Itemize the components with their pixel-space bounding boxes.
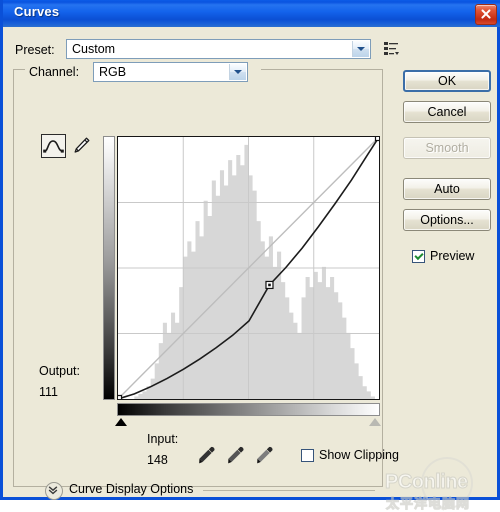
preset-selected-value: Custom (72, 42, 116, 56)
auto-button[interactable]: Auto (403, 178, 491, 200)
preset-dropdown[interactable]: Custom (66, 39, 371, 59)
curve-display-options-label: Curve Display Options (69, 482, 194, 496)
curve-graph[interactable] (117, 136, 380, 400)
show-clipping-checkbox-box[interactable] (301, 449, 314, 462)
pencil-icon[interactable] (70, 135, 92, 157)
chevron-down-icon[interactable] (352, 41, 369, 57)
watermark: PConline 太平洋电脑网 (383, 457, 498, 512)
curve-graph-svg (118, 137, 379, 399)
ok-button[interactable]: OK (403, 70, 491, 92)
curves-dialog-window: Curves Preset: Custom Channel: RGB Outpu… (0, 0, 500, 512)
window-title: Curves (14, 4, 60, 19)
eyedropper-black-icon[interactable] (195, 444, 217, 466)
chevron-down-icon[interactable] (45, 482, 63, 500)
preset-label: Preset: (15, 43, 55, 57)
channel-selected-value: RGB (99, 65, 127, 79)
watermark-main-text: PConline (385, 471, 469, 494)
preset-menu-icon[interactable] (384, 41, 399, 56)
preview-label: Preview (430, 249, 475, 263)
eyedropper-white-icon[interactable] (253, 444, 275, 466)
curve-pen-icon[interactable] (41, 134, 66, 158)
output-gradient-strip (103, 136, 115, 400)
watermark-sub-text: 太平洋电脑网 (385, 497, 471, 512)
dialog-body: Preset: Custom Channel: RGB Output: 111 … (3, 27, 497, 512)
white-point-slider[interactable] (369, 418, 381, 426)
input-value: 148 (147, 453, 168, 467)
preview-checkbox-box[interactable] (412, 250, 425, 263)
watermark-ring (421, 457, 473, 509)
curves-main-pane: Preset: Custom Channel: RGB Output: 111 … (13, 35, 399, 500)
output-label: Output: (39, 364, 80, 378)
section-divider (203, 490, 375, 491)
cancel-button[interactable]: Cancel (403, 101, 491, 123)
black-point-slider[interactable] (115, 418, 127, 426)
curve-point-black-point (118, 394, 123, 399)
options-button[interactable]: Options... (403, 209, 491, 231)
input-gradient-strip (117, 403, 380, 416)
close-icon[interactable] (475, 4, 497, 25)
channel-dropdown[interactable]: RGB (93, 62, 248, 82)
eyedropper-gray-icon[interactable] (224, 444, 246, 466)
curve-editor (103, 133, 393, 428)
channel-label: Channel: (29, 65, 80, 79)
chevron-down-icon[interactable] (229, 64, 246, 80)
smooth-button: Smooth (403, 137, 491, 159)
output-value: 111 (39, 385, 59, 399)
input-label: Input: (147, 432, 179, 446)
show-clipping-label: Show Clipping (319, 448, 399, 462)
curve-point-white-point (374, 137, 379, 142)
title-bar: Curves (3, 0, 500, 27)
curve-display-options-row[interactable]: Curve Display Options (45, 482, 375, 500)
preset-row: Preset: Custom (13, 39, 399, 61)
